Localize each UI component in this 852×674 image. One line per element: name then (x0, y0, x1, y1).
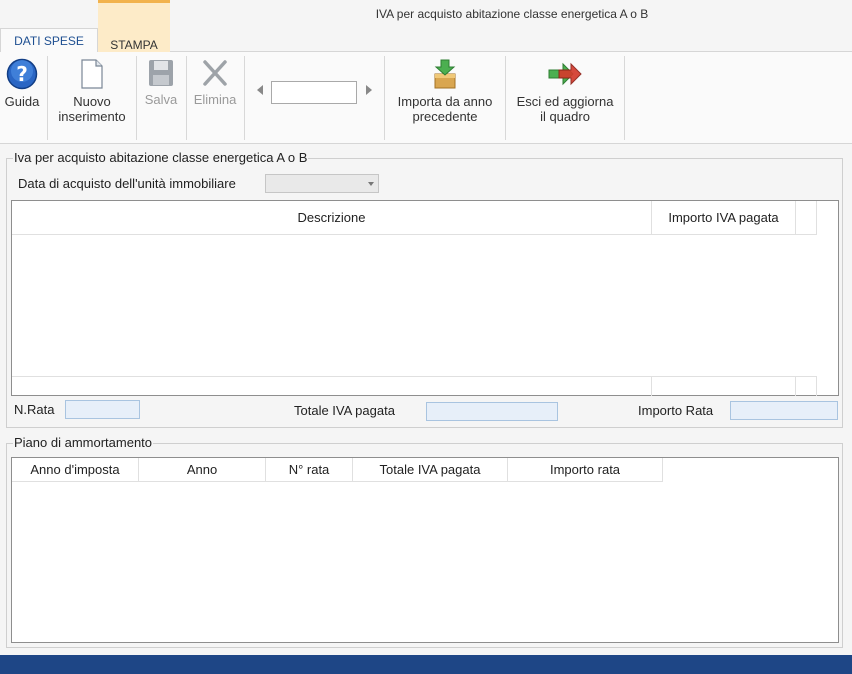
ribbon-separator (186, 56, 187, 140)
spese-grid-footer (12, 376, 817, 396)
elimina-label: Elimina (193, 92, 237, 107)
spese-grid[interactable]: Descrizione Importo IVA pagata (11, 200, 839, 396)
data-acquisto-label: Data di acquisto dell'unità immobiliare (18, 176, 236, 191)
title-bar: IVA per acquisto abitazione classe energ… (0, 0, 852, 53)
piano-ammortamento-groupbox: Piano di ammortamento Anno d'imposta Ann… (6, 435, 843, 648)
column-header-anno[interactable]: Anno (139, 458, 266, 482)
column-header-anno-imposta[interactable]: Anno d'imposta (12, 458, 139, 482)
esci-aggiorna-button[interactable]: Esci ed aggiorna il quadro (509, 58, 621, 124)
footer-cell (796, 377, 817, 396)
spese-grid-header: Descrizione Importo IVA pagata (12, 201, 817, 235)
iva-groupbox-legend: Iva per acquisto abitazione classe energ… (13, 150, 309, 165)
footer-cell (652, 377, 796, 396)
import-icon (434, 59, 456, 89)
column-header-descrizione[interactable]: Descrizione (12, 201, 652, 235)
nuovo-inserimento-button[interactable]: Nuovo inserimento (52, 58, 132, 124)
salva-button[interactable]: Salva (140, 58, 182, 107)
column-header-n-rata[interactable]: N° rata (266, 458, 353, 482)
tab-dati-spese[interactable]: DATI SPESE (0, 28, 98, 53)
piano-grid-header: Anno d'imposta Anno N° rata Totale IVA p… (12, 458, 663, 482)
importo-rata-input[interactable] (730, 401, 838, 420)
column-header-importo-rata[interactable]: Importo rata (508, 458, 663, 482)
totale-iva-input[interactable] (426, 402, 558, 421)
column-header-spacer (796, 201, 817, 235)
salva-label: Salva (144, 92, 178, 107)
tab-stampa[interactable]: STAMPA (98, 0, 170, 52)
esci-label-2: il quadro (540, 109, 590, 124)
ribbon-separator (624, 56, 625, 140)
ribbon-separator (505, 56, 506, 140)
footer-cell (12, 377, 652, 396)
importo-rata-label: Importo Rata (638, 403, 714, 418)
ribbon-separator (384, 56, 385, 140)
column-header-importo-iva[interactable]: Importo IVA pagata (652, 201, 796, 235)
previous-record-icon[interactable] (257, 85, 263, 95)
ribbon-toolbar: ? Guida Nuovo inserimento Salva Elimina (0, 52, 852, 144)
iva-groupbox: Iva per acquisto abitazione classe energ… (6, 150, 843, 428)
nuovo-label-2: inserimento (58, 109, 126, 124)
ribbon-separator (47, 56, 48, 140)
n-rata-label: N.Rata (14, 402, 55, 417)
chevron-down-icon (368, 182, 374, 186)
totale-iva-label: Totale IVA pagata (294, 403, 395, 418)
record-navigator-input[interactable] (271, 81, 357, 104)
esci-label-1: Esci ed aggiorna (516, 94, 614, 109)
new-document-icon (81, 59, 103, 89)
nuovo-label-1: Nuovo (73, 94, 111, 109)
svg-text:?: ? (16, 62, 28, 86)
importa-label-1: Importa da anno (397, 94, 493, 109)
importa-label-2: precedente (412, 109, 478, 124)
guida-button[interactable]: ? Guida (2, 58, 42, 109)
column-header-totale-iva[interactable]: Totale IVA pagata (353, 458, 508, 482)
importa-button[interactable]: Importa da anno precedente (389, 58, 501, 124)
delete-icon (203, 60, 227, 86)
guida-label: Guida (4, 94, 40, 109)
piano-groupbox-legend: Piano di ammortamento (13, 435, 154, 450)
piano-grid[interactable]: Anno d'imposta Anno N° rata Totale IVA p… (11, 457, 839, 643)
help-icon: ? (6, 58, 38, 90)
save-icon (149, 60, 173, 86)
exit-arrow-icon (548, 62, 582, 86)
status-bar (0, 655, 852, 674)
next-record-icon[interactable] (366, 85, 372, 95)
ribbon-separator (244, 56, 245, 140)
ribbon-separator (136, 56, 137, 140)
data-acquisto-combobox[interactable] (265, 174, 379, 193)
n-rata-input[interactable] (65, 400, 140, 419)
elimina-button[interactable]: Elimina (190, 58, 240, 107)
